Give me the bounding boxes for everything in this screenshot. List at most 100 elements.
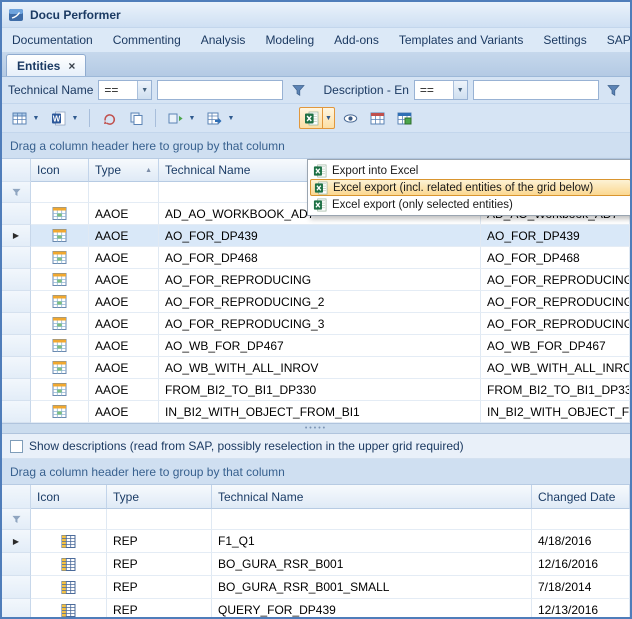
workbook-icon [52, 250, 67, 265]
related-rows: REP F1_Q1 4/18/2016 REP BO_GURA_RSR_B001… [2, 530, 630, 619]
table-row[interactable]: AAOE FROM_BI2_TO_BI1_DP330 FROM_BI2_TO_B… [2, 379, 630, 401]
row-indicator [2, 335, 31, 357]
show-descriptions-checkbox[interactable] [10, 440, 23, 453]
filter-bar: Technical Name == ▼ Description - En == … [2, 77, 630, 104]
row-indicator [2, 379, 31, 401]
type-cell: REP [107, 553, 212, 576]
technical-name-operator-combo[interactable]: == ▼ [98, 80, 152, 100]
excel-icon [313, 164, 327, 178]
tab-close-icon[interactable]: × [68, 59, 75, 73]
table-row[interactable]: AAOE IN_BI2_WITH_OBJECT_FROM_BI1 IN_BI2_… [2, 401, 630, 423]
group-by-panel-lower[interactable]: Drag a column header here to group by th… [2, 459, 630, 485]
chevron-down-icon[interactable]: ▼ [186, 115, 198, 122]
excel-export-button[interactable]: ▼ [299, 107, 335, 129]
grid-word-export-button[interactable]: ▼ [7, 107, 43, 129]
entity-icon-cell [31, 203, 89, 225]
menu-bar-item[interactable]: Modeling [255, 28, 324, 52]
description-operator-combo[interactable]: == ▼ [414, 80, 468, 100]
filter-cell[interactable] [532, 509, 630, 530]
export-menu-item[interactable]: Excel export (incl. related entities of … [310, 179, 631, 196]
table-row[interactable]: AAOE AO_FOR_REPRODUCING_3 AO_FOR_REPRODU… [2, 313, 630, 335]
column-header-icon[interactable]: Icon [31, 159, 89, 182]
entity-icon-cell [31, 291, 89, 313]
entity-icon-cell [31, 401, 89, 423]
table-row[interactable]: REP BO_GURA_RSR_B001_SMALL 7/18/2014 [2, 576, 630, 599]
column-header-technical-name[interactable]: Technical Name [212, 485, 532, 509]
group-by-panel[interactable]: Drag a column header here to group by th… [2, 133, 630, 159]
filter-cell[interactable] [89, 182, 159, 203]
chevron-down-icon[interactable]: ▼ [30, 115, 42, 122]
copy-button[interactable] [124, 107, 148, 129]
excel-table-icon [366, 111, 388, 126]
export-related-button[interactable]: ▼ [163, 107, 199, 129]
related-entities-grid: Drag a column header here to group by th… [2, 459, 630, 619]
export-menu-item[interactable]: Export into Excel [310, 162, 631, 179]
entity-icon-cell [31, 357, 89, 379]
table-row[interactable]: AAOE AO_FOR_REPRODUCING_2 AO_FOR_REPRODU… [2, 291, 630, 313]
column-header-icon[interactable]: Icon [31, 485, 107, 509]
tab-entities[interactable]: Entities × [6, 54, 86, 76]
table-row[interactable]: REP QUERY_FOR_DP439 12/13/2016 [2, 599, 630, 619]
column-header-type[interactable]: Type ▲ [89, 159, 159, 182]
table-row[interactable]: AAOE AO_WB_WITH_ALL_INROV AO_WB_WITH_ALL… [2, 357, 630, 379]
filter-cell[interactable] [107, 509, 212, 530]
report-icon-cell [31, 553, 107, 576]
filter-options-button[interactable] [604, 80, 624, 100]
menu-bar-item[interactable]: Templates and Variants [389, 28, 534, 52]
preview-button[interactable] [338, 107, 362, 129]
export-grid-icon [203, 111, 225, 126]
type-cell: AAOE [89, 225, 159, 247]
chevron-down-icon[interactable]: ▼ [225, 115, 237, 122]
menu-bar-item[interactable]: Settings [533, 28, 596, 52]
menu-item-label: Excel export (only selected entities) [332, 199, 513, 211]
row-indicator [2, 203, 31, 225]
chevron-down-icon[interactable]: ▼ [69, 115, 81, 122]
menu-item-label: Export into Excel [332, 165, 418, 177]
chevron-down-icon[interactable]: ▼ [137, 81, 151, 99]
table-row[interactable]: AAOE AO_FOR_DP468 AO_FOR_DP468 [2, 247, 630, 269]
excel-table-button[interactable] [365, 107, 389, 129]
description-filter-input[interactable] [473, 80, 599, 100]
excel-grid-button[interactable] [392, 107, 416, 129]
column-header-type[interactable]: Type [107, 485, 212, 509]
technical-name-filter-input[interactable] [157, 80, 283, 100]
filter-cell[interactable] [31, 182, 89, 203]
chevron-down-icon[interactable]: ▼ [453, 81, 467, 99]
technical-name-cell: AO_FOR_REPRODUCING_3 [159, 313, 481, 335]
filter-row-indicator [2, 182, 31, 203]
report-icon-cell [31, 576, 107, 599]
table-row[interactable]: AAOE AO_WB_FOR_DP467 AO_WB_FOR_DP467 [2, 335, 630, 357]
technical-name-filter-label: Technical Name [8, 83, 93, 97]
table-row[interactable]: REP F1_Q1 4/18/2016 [2, 530, 630, 553]
table-row[interactable]: REP BO_GURA_RSR_B001 12/16/2016 [2, 553, 630, 576]
technical-name-cell: AO_WB_FOR_DP467 [159, 335, 481, 357]
report-icon [61, 580, 76, 595]
word-export-button[interactable]: W ▼ [46, 107, 82, 129]
menu-item-label: Excel export (incl. related entities of … [333, 182, 593, 194]
export-menu-item[interactable]: Excel export (only selected entities) [310, 196, 631, 213]
copy-icon [125, 111, 147, 126]
export-grid-button[interactable]: ▼ [202, 107, 238, 129]
svg-text:W: W [52, 114, 60, 123]
chevron-down-icon[interactable]: ▼ [322, 108, 334, 128]
menu-bar-item[interactable]: Analysis [191, 28, 256, 52]
apply-filter-button[interactable] [288, 80, 308, 100]
description-cell: AO_FOR_DP439 [481, 225, 630, 247]
table-row[interactable]: AAOE AO_FOR_DP439 AO_FOR_DP439 [2, 225, 630, 247]
changed-date-cell: 7/18/2014 [532, 576, 630, 599]
auto-filter-row [2, 509, 630, 530]
filter-cell[interactable] [31, 509, 107, 530]
filter-row-indicator [2, 509, 31, 530]
menu-bar-item[interactable]: Documentation [2, 28, 103, 52]
refresh-button[interactable] [97, 107, 121, 129]
window-title: Docu Performer [30, 8, 121, 22]
row-indicator [2, 225, 31, 247]
horizontal-splitter[interactable]: ••••• [2, 423, 630, 434]
changed-date-cell: 12/16/2016 [532, 553, 630, 576]
menu-bar-item[interactable]: Commenting [103, 28, 191, 52]
column-header-changed-date[interactable]: Changed Date [532, 485, 630, 509]
filter-cell[interactable] [212, 509, 532, 530]
table-row[interactable]: AAOE AO_FOR_REPRODUCING AO_FOR_REPRODUCI… [2, 269, 630, 291]
menu-bar-item[interactable]: Add-ons [324, 28, 389, 52]
menu-bar-item[interactable]: SAP I [597, 28, 630, 52]
